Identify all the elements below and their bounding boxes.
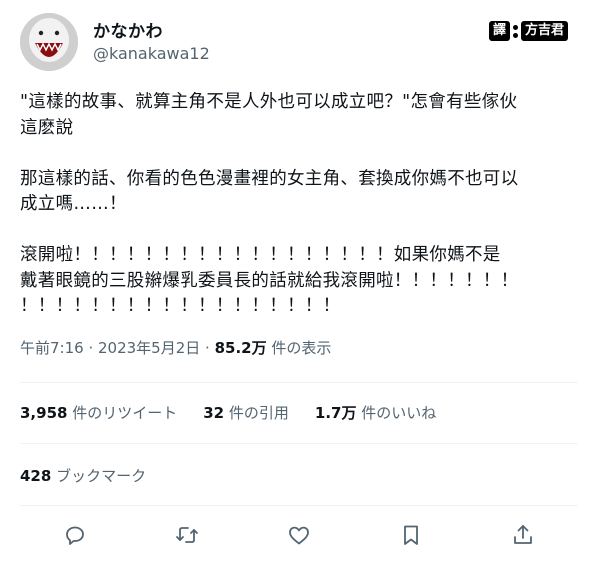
retweets-label: 件のリツイート [67,404,178,422]
retweet-button[interactable] [175,523,201,549]
retweets-count: 3,958 [20,404,68,422]
bookmark-button[interactable] [399,523,425,549]
divider [20,443,578,444]
reply-icon [66,526,84,545]
tweet-time[interactable]: 午前7:16 [20,339,84,357]
watermark-colon [512,24,518,38]
views-count: 85.2万 [214,339,267,357]
bookmarks-stat[interactable]: 428 ブックマーク [20,465,146,486]
quotes-count: 32 [203,404,225,422]
tweet-header: かなかわ @kanakawa12 譯 方吉君 [20,13,580,73]
retweets-stat[interactable]: 3,958 件のリツイート [20,402,177,423]
bookmarks-label: ブックマーク [51,467,147,485]
watermark: 譯 方吉君 [488,21,568,41]
tweet-date[interactable]: 2023年5月2日 [98,339,200,357]
like-button[interactable] [287,523,313,549]
quotes-label: 件の引用 [224,404,289,422]
reply-button[interactable] [63,523,89,549]
bookmarks-count: 428 [20,467,52,485]
retweet-icon [176,527,198,543]
tweet-text: "這樣的故事、就算主角不是人外也可以成立吧？"怎會有些傢伙 這麽說 那這樣的話、… [20,92,519,316]
action-bar [20,520,578,552]
tweet-meta: 午前7:16 · 2023年5月2日 · 85.2万 件の表示 [20,337,331,358]
display-name[interactable]: かなかわ [93,17,163,42]
bookmark-icon [404,525,418,545]
engagement-stats: 3,958 件のリツイート 32 件の引用 1.7万 件のいいね [20,402,436,423]
watermark-right: 方吉君 [520,21,568,41]
like-icon [289,526,309,545]
likes-label: 件のいいね [356,404,437,422]
views-label: 件の表示 [266,339,332,357]
watermark-left: 譯 [488,21,510,41]
quotes-stat[interactable]: 32 件の引用 [203,402,289,423]
meta-separator: · [83,339,98,357]
share-button[interactable] [511,523,537,549]
meta-separator-2: · [200,339,215,357]
avatar[interactable] [20,13,78,71]
divider [20,382,578,383]
likes-count: 1.7万 [314,404,357,422]
share-icon [514,525,532,544]
likes-stat[interactable]: 1.7万 件のいいね [315,402,436,423]
user-handle[interactable]: @kanakawa12 [93,44,210,63]
divider [20,505,578,506]
